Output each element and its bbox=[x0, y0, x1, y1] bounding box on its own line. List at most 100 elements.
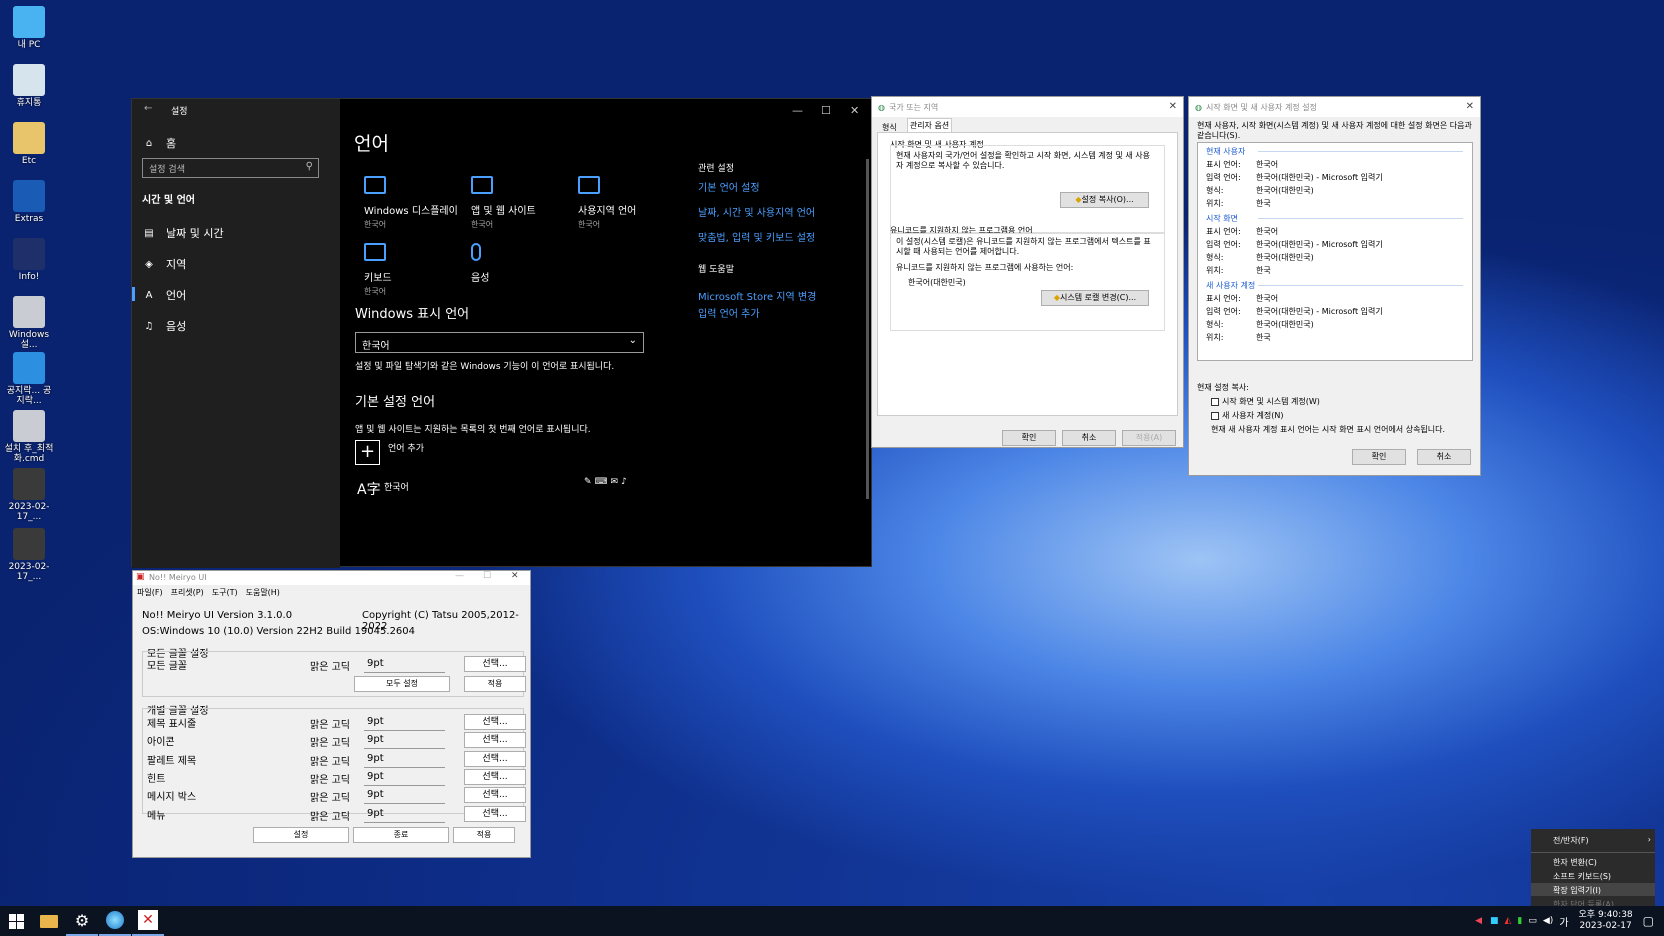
font-size-field[interactable]: 9pt bbox=[364, 753, 445, 768]
language-tile[interactable]: 음성 bbox=[471, 243, 571, 286]
sidebar-item[interactable]: A 언어 bbox=[132, 287, 186, 303]
scrollbar[interactable] bbox=[866, 159, 869, 499]
ime-menu-item[interactable]: 전/반자(F) bbox=[1553, 835, 1589, 846]
language-tile[interactable]: Windows 디스플레이 한국어 bbox=[364, 176, 464, 230]
back-arrow-icon[interactable]: ← bbox=[144, 103, 152, 114]
tab-admin[interactable]: 관리자 옵션 bbox=[907, 118, 952, 133]
start-button[interactable] bbox=[0, 906, 32, 936]
tile-label: 앱 및 웹 사이트 bbox=[471, 206, 536, 217]
font-size-field[interactable]: 9pt bbox=[364, 789, 445, 805]
antivirus-icon[interactable]: ◭ bbox=[1505, 916, 1512, 926]
set-button[interactable]: 설정 bbox=[253, 827, 349, 843]
ok-button[interactable]: 확인 bbox=[1002, 430, 1056, 446]
field-value: 한국어 bbox=[1256, 160, 1279, 169]
copy-settings-button[interactable]: ◆설정 복사(O)... bbox=[1060, 192, 1149, 208]
select-button[interactable]: 선택... bbox=[464, 656, 526, 672]
maximize-icon[interactable]: ☐ bbox=[483, 571, 491, 581]
desktop-icon[interactable]: Info! bbox=[4, 238, 54, 282]
battery-icon[interactable]: ▮ bbox=[1517, 916, 1522, 926]
cancel-button[interactable]: 취소 bbox=[1062, 430, 1116, 446]
select-button[interactable]: 선택... bbox=[464, 805, 526, 822]
apply-button[interactable]: 적용(A) bbox=[1122, 430, 1176, 446]
search-input[interactable]: 설정 검색 bbox=[149, 162, 185, 175]
close-icon[interactable]: ✕ bbox=[1466, 101, 1474, 112]
select-button[interactable]: 선택... bbox=[464, 787, 526, 804]
network-app-icon[interactable]: ■ bbox=[1490, 916, 1499, 926]
font-size-field[interactable]: 9pt bbox=[364, 734, 445, 750]
menu-item[interactable]: 도움말(H) bbox=[246, 587, 280, 598]
search-icon[interactable]: ⚲ bbox=[306, 161, 313, 172]
sidebar-item[interactable]: ◈ 지역 bbox=[142, 256, 186, 272]
search-box[interactable]: 설정 검색 ⚲ bbox=[142, 158, 319, 178]
home-nav[interactable]: ⌂ 홈 bbox=[142, 135, 176, 151]
close-icon[interactable]: ✕ bbox=[1169, 101, 1177, 112]
ime-menu-item[interactable]: 한자 변환(C) bbox=[1553, 857, 1597, 868]
language-item-korean[interactable]: 한국어 bbox=[384, 480, 409, 493]
menu-item[interactable]: 프리셋(P) bbox=[171, 587, 204, 598]
close-icon[interactable]: ✕ bbox=[511, 571, 519, 581]
file-explorer-button[interactable] bbox=[33, 906, 65, 936]
language-tile[interactable]: 사용지역 언어 한국어 bbox=[578, 176, 678, 230]
checkbox-icon[interactable] bbox=[1211, 397, 1219, 406]
select-button[interactable]: 선택... bbox=[464, 750, 526, 767]
minimize-icon[interactable]: — bbox=[455, 571, 464, 581]
menu-item[interactable]: 파일(F) bbox=[137, 587, 163, 598]
select-button[interactable]: 선택... bbox=[464, 714, 526, 730]
ime-indicator[interactable]: 가 bbox=[1559, 914, 1568, 929]
font-size-field[interactable]: 9pt bbox=[364, 658, 445, 673]
apply-all-button[interactable]: 적용 bbox=[464, 676, 526, 692]
checkbox-icon[interactable] bbox=[1211, 411, 1219, 420]
select-button[interactable]: 선택... bbox=[464, 768, 526, 785]
inherit-note: 현재 새 사용자 계정 표시 언어는 시작 화면 표시 언어에서 상속됩니다. bbox=[1211, 425, 1446, 434]
ok-button[interactable]: 확인 bbox=[1352, 449, 1406, 465]
language-tile[interactable]: 키보드 한국어 bbox=[364, 243, 464, 297]
web-help-link[interactable]: 입력 언어 추가 bbox=[698, 305, 760, 320]
add-language-button[interactable]: 언어 추가 bbox=[388, 441, 424, 454]
desktop-icon[interactable]: 내 PC bbox=[4, 6, 54, 50]
desktop-icon[interactable]: Etc bbox=[4, 122, 54, 166]
add-language-icon[interactable]: + bbox=[355, 440, 380, 465]
clock[interactable]: 오후 9:40:38 2023-02-17 bbox=[1579, 910, 1633, 932]
ime-menu-item[interactable]: 소프트 키보드(S) bbox=[1553, 871, 1611, 882]
meiryo-taskbar-button[interactable]: ✕ bbox=[132, 906, 164, 936]
related-link[interactable]: 맞춤법, 입력 및 키보드 설정 bbox=[698, 229, 815, 244]
cancel-button[interactable]: 취소 bbox=[1417, 449, 1471, 465]
related-link[interactable]: 날짜, 시간 및 사용지역 언어 bbox=[698, 204, 815, 219]
menu-item[interactable]: 도구(T) bbox=[212, 587, 238, 598]
close-icon[interactable]: ✕ bbox=[850, 104, 859, 117]
web-help-link[interactable]: Microsoft Store 지역 변경 bbox=[698, 288, 816, 303]
field-label: 입력 언어: bbox=[1206, 173, 1241, 182]
speaker-icon[interactable]: ◀) bbox=[1543, 916, 1553, 926]
set-all-button[interactable]: 모두 설정 bbox=[354, 676, 450, 692]
font-size-field[interactable]: 9pt bbox=[364, 716, 445, 731]
exit-button[interactable]: 종료 bbox=[353, 827, 449, 843]
desktop-icon[interactable]: Windows 설... bbox=[4, 296, 54, 350]
select-button[interactable]: 선택... bbox=[464, 732, 526, 749]
notification-area-icon[interactable]: ▭ bbox=[1528, 916, 1537, 926]
font-size-field[interactable]: 9pt bbox=[364, 771, 445, 786]
settings-taskbar-button[interactable]: ⚙ bbox=[66, 906, 98, 936]
globe-app-button[interactable] bbox=[99, 906, 131, 936]
maximize-icon[interactable]: ☐ bbox=[821, 104, 831, 117]
change-locale-button[interactable]: ◆시스템 로캘 변경(C)... bbox=[1041, 290, 1149, 306]
desktop-icon[interactable]: 휴지통 bbox=[4, 64, 54, 108]
ime-menu-item[interactable]: 확장 입력기(I) bbox=[1553, 885, 1601, 896]
action-center-icon[interactable]: ▢ bbox=[1643, 914, 1654, 928]
checkbox-new-user[interactable]: 새 사용자 계정(N) bbox=[1211, 410, 1283, 421]
volume-warning-icon[interactable]: ◀ bbox=[1475, 916, 1482, 926]
desktop-icon[interactable]: Extras bbox=[4, 180, 54, 224]
sidebar-item[interactable]: ▤ 날짜 및 시간 bbox=[142, 225, 223, 241]
apply-button[interactable]: 적용 bbox=[453, 827, 515, 843]
display-language-select[interactable]: 한국어 ⌄ bbox=[355, 332, 644, 353]
desktop-icon[interactable]: 설치 후_최적화.cmd bbox=[4, 410, 54, 464]
checkbox-welcome[interactable]: 시작 화면 및 시스템 계정(W) bbox=[1211, 396, 1320, 407]
desktop-icon[interactable]: 공지락... 공지락... bbox=[4, 352, 54, 406]
related-link[interactable]: 기본 언어 설정 bbox=[698, 179, 760, 194]
desktop-icon[interactable]: 2023-02-17_... bbox=[4, 528, 54, 582]
desktop-icon-image bbox=[13, 6, 45, 38]
sidebar-item[interactable]: ♫ 음성 bbox=[142, 318, 187, 334]
desktop-icon[interactable]: 2023-02-17_... bbox=[4, 468, 54, 522]
minimize-icon[interactable]: — bbox=[792, 104, 803, 117]
font-size-field[interactable]: 9pt bbox=[364, 808, 445, 823]
language-tile[interactable]: 앱 및 웹 사이트 한국어 bbox=[471, 176, 571, 230]
